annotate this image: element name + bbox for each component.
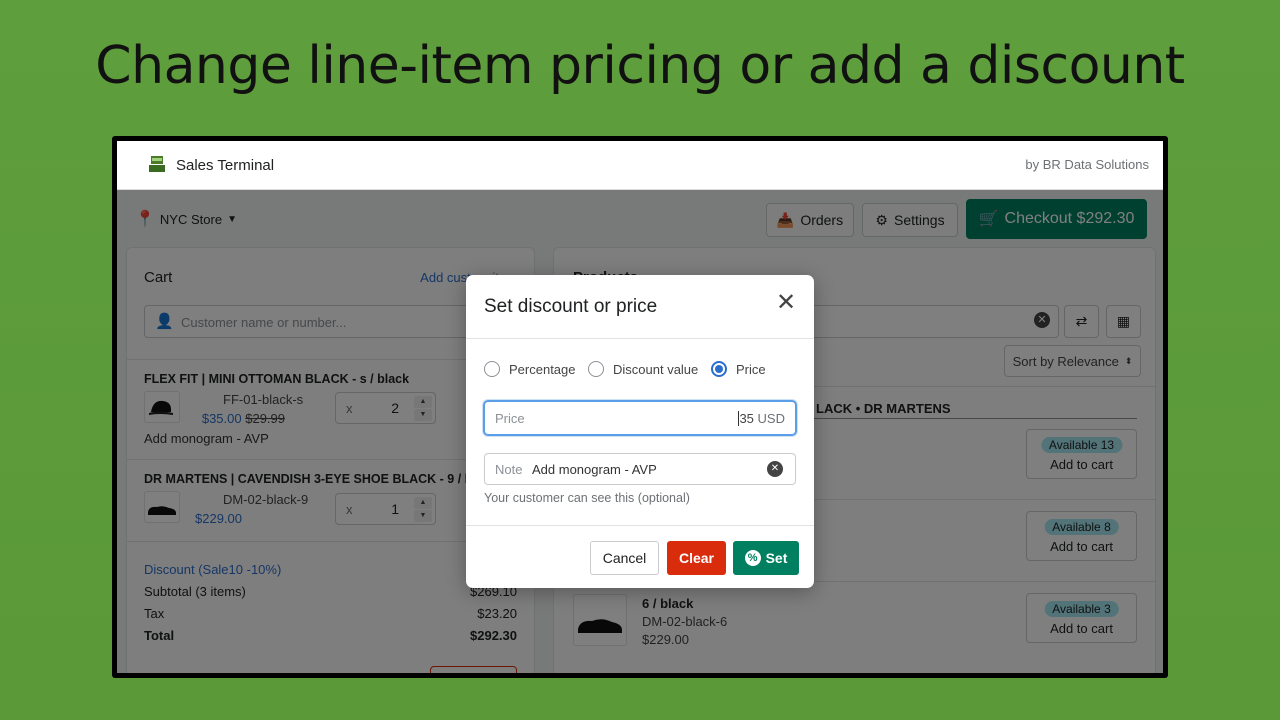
price-label: Price [495,411,525,426]
discount-modal: Set discount or price ✕ Percentage Disco… [466,275,814,588]
radio-percentage[interactable]: Percentage [484,361,576,377]
clear-button[interactable]: Clear [667,541,726,575]
note-label: Note [495,462,523,477]
radio-price[interactable]: Price [711,361,766,377]
vendor-label: by BR Data Solutions [1025,157,1149,172]
note-help-text: Your customer can see this (optional) [484,491,690,505]
radio-button[interactable] [484,361,500,377]
price-input[interactable]: Price 35 USD [483,400,797,436]
radio-label: Percentage [509,361,576,377]
app-name: Sales Terminal [176,157,275,174]
clear-note-icon[interactable]: ✕ [767,461,783,477]
percent-badge-icon: % [744,550,761,566]
cancel-button[interactable]: Cancel [590,541,659,575]
radio-button[interactable] [711,361,727,377]
cancel-label: Cancel [602,550,647,566]
set-label: Set [765,550,788,566]
radio-label: Price [736,361,766,377]
register-icon [149,156,165,172]
set-button[interactable]: % Set [733,541,799,575]
slide-title: Change line-item pricing or add a discou… [95,36,1185,96]
radio-discount-value[interactable]: Discount value [588,361,698,377]
clear-label: Clear [678,550,715,566]
radio-button[interactable] [588,361,604,377]
currency-suffix: USD [757,411,785,426]
close-icon[interactable]: ✕ [776,291,796,315]
note-value: Add monogram - AVP [532,462,657,477]
note-input[interactable]: Note Add monogram - AVP ✕ [484,453,796,485]
radio-label: Discount value [613,361,699,377]
modal-title: Set discount or price [484,296,658,317]
price-value: 35 [738,411,754,426]
top-bar: Sales Terminal by BR Data Solutions [117,141,1163,190]
